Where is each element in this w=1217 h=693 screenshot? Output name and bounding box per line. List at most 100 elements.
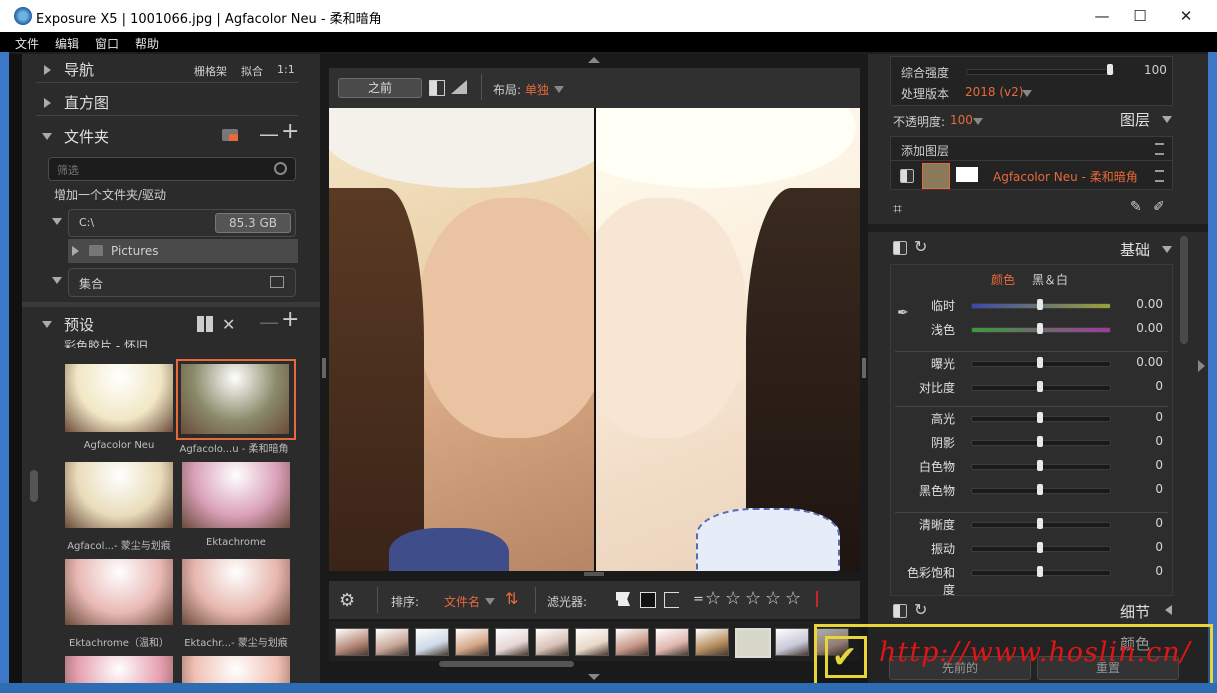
process-version-dropdown[interactable]: 2018 (v2) xyxy=(965,85,1023,99)
add-folder-link[interactable]: 增加一个文件夹/驱动 xyxy=(54,186,166,203)
filmstrip-thumbnail[interactable] xyxy=(775,628,809,656)
folder-filter-input[interactable]: 筛选 xyxy=(48,157,296,181)
menu-icon[interactable] xyxy=(1155,143,1164,155)
slider-value[interactable]: 0 xyxy=(1123,540,1163,554)
star-icon[interactable]: ☆ xyxy=(725,588,741,609)
remove-folder-button[interactable]: — xyxy=(259,122,279,146)
layer-mask-thumbnail[interactable] xyxy=(956,167,978,182)
filmstrip-thumbnail[interactable] xyxy=(655,628,689,656)
layer-visibility-icon[interactable] xyxy=(900,169,914,183)
navigator-100[interactable]: 1:1 xyxy=(277,63,295,76)
preset-thumb[interactable] xyxy=(182,656,290,683)
collapse-right-icon[interactable] xyxy=(1198,360,1205,372)
slider-value[interactable]: 0.00 xyxy=(1123,355,1163,369)
color-label-marker[interactable] xyxy=(816,591,818,607)
splitter-handle[interactable] xyxy=(584,572,604,576)
collections-row[interactable]: 集合 xyxy=(68,268,296,297)
flag-icon[interactable] xyxy=(616,592,630,606)
bw-tab[interactable]: 黑＆白 xyxy=(1032,271,1068,288)
preset-thumb[interactable] xyxy=(65,462,173,528)
add-layer-button[interactable]: 添加图层 xyxy=(901,142,949,159)
filmstrip-thumbnail[interactable] xyxy=(455,628,489,656)
collapse-right-handle[interactable] xyxy=(862,358,866,378)
slider-value[interactable]: 0.00 xyxy=(1123,297,1163,311)
basic-title[interactable]: 基础 xyxy=(1120,239,1150,260)
filmstrip-thumbnail[interactable] xyxy=(735,628,771,658)
rating-operator[interactable]: = xyxy=(693,592,704,607)
close-button[interactable]: ✕ xyxy=(1163,0,1209,32)
overall-strength-value[interactable]: 100 xyxy=(1144,63,1167,77)
menu-edit[interactable]: 编辑 xyxy=(55,35,79,52)
paint-brush-icon[interactable]: ✐ xyxy=(1153,199,1165,215)
collapse-bottom-icon[interactable] xyxy=(588,674,600,680)
menu-file[interactable]: 文件 xyxy=(15,35,39,52)
before-button[interactable]: 之前 xyxy=(338,78,422,98)
brush-icon[interactable]: ✎ xyxy=(1130,199,1142,215)
chevron-down-icon[interactable] xyxy=(973,118,983,125)
collapse-top-icon[interactable] xyxy=(588,57,600,63)
slider-value[interactable]: 0 xyxy=(1123,516,1163,530)
folder-icon[interactable] xyxy=(222,129,238,141)
filmstrip-thumbnail[interactable] xyxy=(575,628,609,656)
slider-knob[interactable] xyxy=(1037,357,1043,368)
reject-flag-icon[interactable] xyxy=(640,592,656,608)
split-view-icon[interactable] xyxy=(429,80,445,96)
filmstrip-thumbnail[interactable] xyxy=(535,628,569,656)
filmstrip-thumbnail[interactable] xyxy=(415,628,449,656)
slider-value[interactable]: 0 xyxy=(1123,410,1163,424)
star-icon[interactable]: ☆ xyxy=(765,588,781,609)
layer-name[interactable]: Agfacolor Neu - 柔和暗角 xyxy=(993,168,1138,185)
compress-icon[interactable]: ✕ xyxy=(222,315,235,334)
sort-dropdown[interactable]: 文件名 xyxy=(444,593,480,610)
slider-knob[interactable] xyxy=(1037,323,1043,334)
maximize-button[interactable]: ☐ xyxy=(1117,0,1163,32)
slider-knob[interactable] xyxy=(1037,299,1043,310)
navigator-grid[interactable]: 栅格架 xyxy=(194,63,227,79)
layer-thumbnail[interactable] xyxy=(922,163,950,189)
right-scrollbar[interactable] xyxy=(1180,236,1188,344)
preset-thumb-selected[interactable] xyxy=(176,359,296,440)
preset-thumb[interactable] xyxy=(65,656,173,683)
grid-view-icon[interactable] xyxy=(197,316,213,332)
chevron-left-icon[interactable] xyxy=(1165,605,1172,615)
slider-value[interactable]: 0 xyxy=(1123,482,1163,496)
overall-strength-slider[interactable] xyxy=(966,69,1114,75)
layers-title[interactable]: 图层 xyxy=(1120,109,1150,130)
star-icon[interactable]: ☆ xyxy=(745,588,761,609)
folders-header[interactable]: 文件夹 — + xyxy=(36,119,299,148)
filmstrip-thumbnail[interactable] xyxy=(695,628,729,656)
histogram-header[interactable]: 直方图 xyxy=(36,91,298,116)
slider-knob[interactable] xyxy=(1037,566,1043,577)
detail-visibility-icon[interactable] xyxy=(893,604,907,618)
drive-expand-icon[interactable] xyxy=(52,218,62,225)
menu-help[interactable]: 帮助 xyxy=(135,35,159,52)
preset-thumb[interactable] xyxy=(182,559,290,625)
reset-icon[interactable]: ↻ xyxy=(914,600,927,619)
filmstrip-thumbnail[interactable] xyxy=(615,628,649,656)
slider-knob[interactable] xyxy=(1037,436,1043,447)
slider-knob[interactable] xyxy=(1037,484,1043,495)
collapse-left-handle[interactable] xyxy=(322,358,326,378)
slider-value[interactable]: 0 xyxy=(1123,564,1163,578)
opacity-dropdown[interactable]: 100 xyxy=(950,113,973,127)
filmstrip-thumbnail[interactable] xyxy=(495,628,529,656)
chevron-down-icon[interactable] xyxy=(1162,246,1172,253)
subfolder-row[interactable]: Pictures xyxy=(68,239,298,263)
slider-knob[interactable] xyxy=(1037,460,1043,471)
presets-scrollbar[interactable] xyxy=(30,470,38,502)
panel-splitter[interactable] xyxy=(868,224,1208,232)
panel-splitter[interactable] xyxy=(22,302,320,307)
presets-header[interactable]: 预设 ✕ — + xyxy=(36,307,299,336)
detail-title[interactable]: 细节 xyxy=(1120,601,1150,622)
chevron-down-icon[interactable] xyxy=(485,598,495,605)
sort-direction-icon[interactable]: ⇅ xyxy=(505,589,518,608)
slider-knob[interactable] xyxy=(1037,542,1043,553)
star-icon[interactable]: ☆ xyxy=(705,588,721,609)
settings-gear-icon[interactable]: ⚙ xyxy=(339,590,355,611)
slider-value[interactable]: 0 xyxy=(1123,458,1163,472)
slider-knob[interactable] xyxy=(1037,381,1043,392)
preset-thumb[interactable] xyxy=(182,462,290,528)
preset-thumb[interactable] xyxy=(65,364,173,432)
crop-icon[interactable]: ⌗ xyxy=(893,199,902,219)
menu-icon[interactable] xyxy=(1155,170,1164,182)
